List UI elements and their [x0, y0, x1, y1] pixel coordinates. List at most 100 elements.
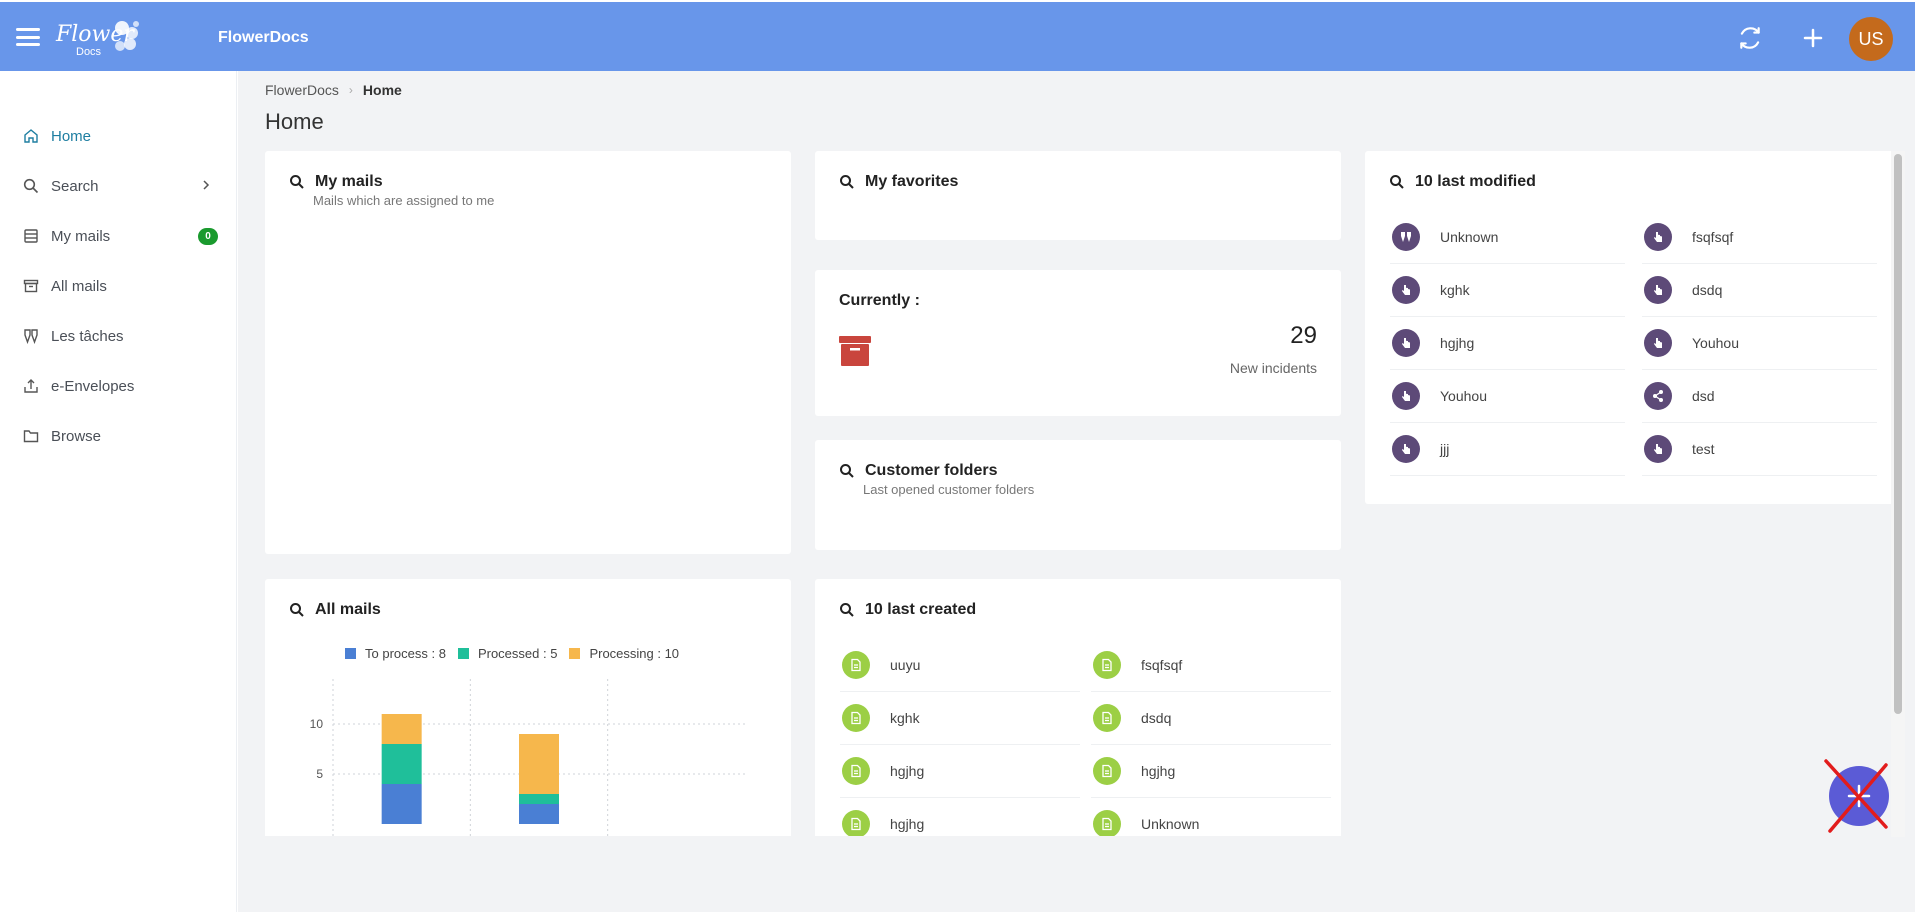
- document-icon: [1093, 810, 1121, 836]
- pointer-icon: [1644, 329, 1672, 357]
- floating-add-button[interactable]: [1824, 759, 1889, 833]
- list-item[interactable]: hgjhg: [1091, 745, 1331, 798]
- last-modified-card: 10 last modified Unknown fsqfsqf kghk dsdq h…: [1365, 151, 1905, 504]
- search-icon: [840, 464, 854, 478]
- inbox-icon: [22, 227, 40, 245]
- chart-bar-segment[interactable]: [381, 714, 422, 744]
- list-item[interactable]: uuyu: [840, 639, 1080, 692]
- list-item[interactable]: hgjhg: [840, 798, 1080, 836]
- tasks-icon: [22, 327, 40, 345]
- sidebar-item-label: Les tâches: [51, 327, 124, 345]
- card-title: My favorites: [865, 173, 959, 190]
- archive-box-icon: [839, 336, 871, 366]
- list-item-label: Unknown: [1141, 816, 1200, 832]
- currently-card[interactable]: Currently : 29 New incidents: [815, 270, 1341, 416]
- archive-icon: [22, 277, 40, 295]
- document-icon: [842, 757, 870, 785]
- search-icon: [840, 175, 854, 189]
- card-title: My mails: [315, 173, 383, 190]
- card-header[interactable]: My mails: [289, 173, 383, 191]
- card-title: Customer folders: [865, 462, 998, 479]
- breadcrumb-root-link[interactable]: FlowerDocs: [265, 82, 339, 98]
- sidebar-item-browse[interactable]: Browse: [0, 416, 237, 456]
- legend-swatch: [457, 648, 469, 659]
- list-item-label: hgjhg: [1141, 763, 1176, 779]
- legend-item[interactable]: Processed : 5: [457, 646, 557, 661]
- list-item[interactable]: Youhou: [1390, 370, 1625, 423]
- my-favorites-card: My favorites: [815, 151, 1341, 240]
- list-item[interactable]: dsdq: [1091, 692, 1331, 745]
- card-header[interactable]: All mails: [289, 601, 381, 619]
- document-icon: [842, 704, 870, 732]
- list-item[interactable]: kghk: [1390, 264, 1625, 317]
- customer-folders-card: Customer folders Last opened customer fo…: [815, 440, 1341, 550]
- chart-bar-segment[interactable]: [519, 804, 559, 824]
- list-item[interactable]: kghk: [840, 692, 1080, 745]
- plus-icon: [1803, 28, 1823, 48]
- chart-bar-segment[interactable]: [519, 794, 559, 804]
- list-item[interactable]: Unknown: [1091, 798, 1331, 836]
- list-item-label: uuyu: [890, 657, 921, 673]
- list-item-label: hgjhg: [1440, 335, 1475, 351]
- list-item[interactable]: fsqfsqf: [1091, 639, 1331, 692]
- list-item[interactable]: test: [1642, 423, 1877, 476]
- search-icon: [1390, 175, 1404, 189]
- incident-count: 29: [1290, 322, 1317, 349]
- legend-swatch: [345, 648, 356, 659]
- card-title: All mails: [315, 601, 381, 618]
- list-item-label: fsqfsqf: [1141, 657, 1183, 673]
- document-icon: [1093, 757, 1121, 785]
- sidebar-item-e-envelopes[interactable]: e-Envelopes: [0, 366, 237, 406]
- list-item-label: Unknown: [1440, 229, 1499, 245]
- chart-bar-segment[interactable]: [519, 734, 559, 794]
- chart-bar-segment[interactable]: [381, 744, 422, 784]
- legend-item[interactable]: Processing : 10: [569, 646, 679, 661]
- document-icon: [842, 810, 870, 836]
- home-icon: [22, 127, 40, 145]
- list-item[interactable]: hgjhg: [840, 745, 1080, 798]
- list-item[interactable]: hgjhg: [1390, 317, 1625, 370]
- list-item[interactable]: Unknown: [1390, 211, 1625, 264]
- sidebar-item-home[interactable]: Home: [0, 116, 237, 156]
- sidebar: Home Search My mails 0 All mails Les tâc…: [0, 71, 237, 912]
- list-item-label: kghk: [1440, 282, 1470, 298]
- card-header[interactable]: My favorites: [839, 173, 958, 191]
- legend-label: To process : 8: [365, 646, 446, 661]
- sidebar-item-search[interactable]: Search: [0, 166, 237, 206]
- page-title: Home: [265, 109, 324, 134]
- flowerdocs-logo[interactable]: Flower Docs: [56, 18, 141, 60]
- document-icon: [1093, 651, 1121, 679]
- list-item[interactable]: dsd: [1642, 370, 1877, 423]
- y-tick-label: 15: [310, 679, 324, 681]
- list-item-label: fsqfsqf: [1692, 229, 1734, 245]
- list-item[interactable]: fsqfsqf: [1642, 211, 1877, 264]
- card-header[interactable]: Customer folders: [839, 462, 997, 480]
- list-item[interactable]: dsdq: [1642, 264, 1877, 317]
- breadcrumb-current: Home: [362, 82, 402, 98]
- list-item-label: hgjhg: [890, 763, 925, 779]
- hamburger-menu-icon[interactable]: [16, 28, 40, 46]
- legend-item[interactable]: To process : 8: [345, 646, 446, 661]
- pointer-icon: [1644, 435, 1672, 463]
- vertical-scrollbar[interactable]: [1891, 151, 1905, 837]
- list-item[interactable]: jjj: [1390, 423, 1625, 476]
- card-title: Currently :: [839, 292, 920, 309]
- refresh-button[interactable]: [1734, 22, 1766, 54]
- list-item-label: Youhou: [1692, 335, 1739, 351]
- card-header[interactable]: 10 last created: [839, 601, 976, 619]
- scrollbar-thumb[interactable]: [1894, 154, 1902, 714]
- sidebar-item-tasks[interactable]: Les tâches: [0, 316, 237, 356]
- card-header[interactable]: 10 last modified: [1389, 173, 1536, 191]
- chart-bar-segment[interactable]: [381, 784, 422, 824]
- sidebar-item-label: All mails: [51, 277, 107, 295]
- main-content: FlowerDocs › Home Home My mails Mails wh…: [238, 71, 1915, 912]
- top-app-bar: Flower Docs FlowerDocs US: [0, 2, 1915, 71]
- dashboard-area: My mails Mails which are assigned to me …: [265, 151, 1905, 836]
- add-button[interactable]: [1797, 22, 1829, 54]
- y-tick-label: 10: [310, 717, 324, 731]
- list-item[interactable]: Youhou: [1642, 317, 1877, 370]
- sidebar-item-all-mails[interactable]: All mails: [0, 266, 237, 306]
- user-avatar[interactable]: US: [1849, 17, 1893, 61]
- search-icon: [290, 175, 304, 189]
- sidebar-item-my-mails[interactable]: My mails 0: [0, 216, 237, 256]
